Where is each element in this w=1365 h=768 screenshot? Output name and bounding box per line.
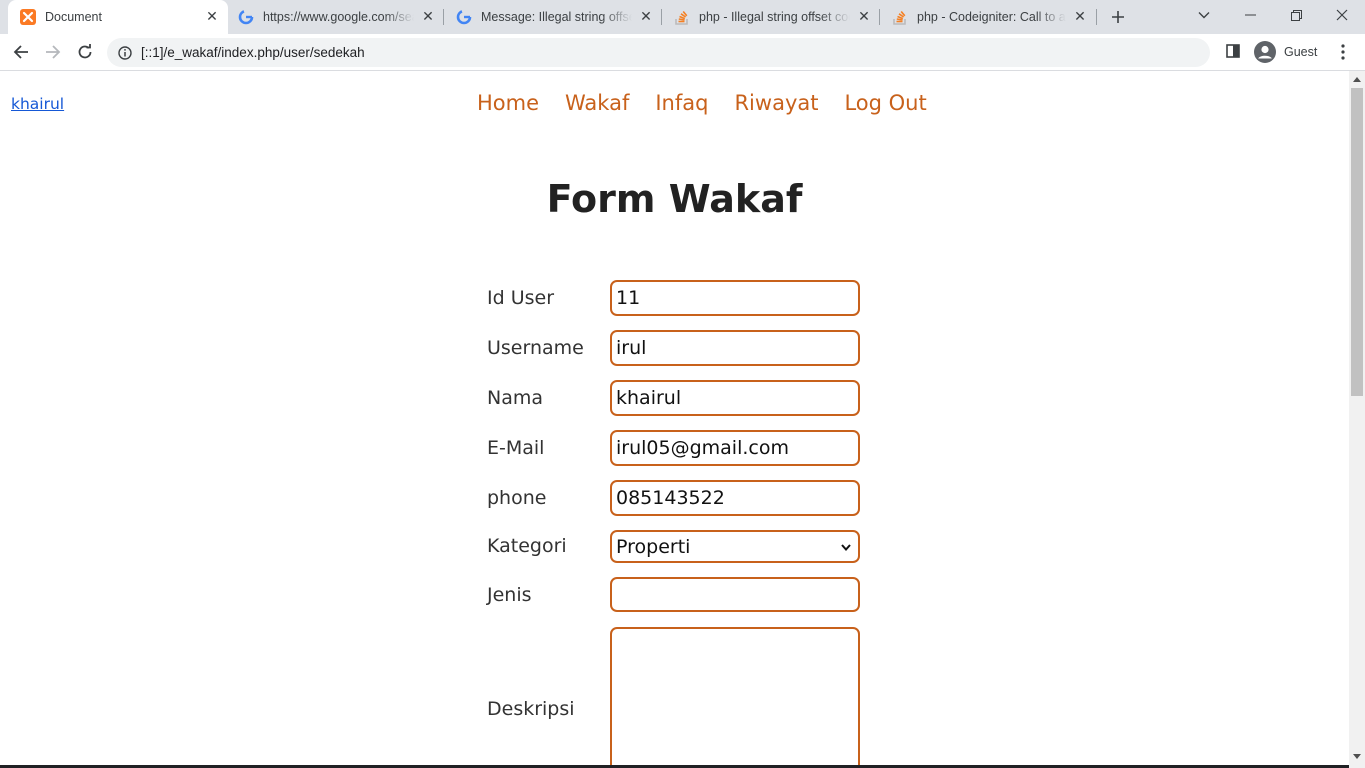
google-icon xyxy=(456,9,472,25)
side-panel-button[interactable] xyxy=(1222,40,1244,62)
page-viewport: khairul Home Wakaf Infaq Riwayat Log Out… xyxy=(0,71,1349,768)
minimize-icon xyxy=(1244,14,1256,16)
close-icon[interactable]: ✕ xyxy=(856,9,872,25)
tab-title: https://www.google.com/search xyxy=(263,10,414,24)
arrow-right-icon xyxy=(46,45,61,59)
tab-strip: Document ✕ https://www.google.com/search… xyxy=(0,0,1365,34)
tab-separator xyxy=(1096,9,1097,25)
id-user-field[interactable] xyxy=(610,280,860,316)
kategori-label: Kategori xyxy=(487,535,567,557)
tab-title: Message: Illegal string offset xyxy=(481,10,632,24)
username-field[interactable] xyxy=(610,330,860,366)
tab-php-illegal[interactable]: php - Illegal string offset code ✕ xyxy=(662,0,880,34)
profile-label: Guest xyxy=(1284,45,1318,59)
email-label: E-Mail xyxy=(487,437,545,459)
page-scrollbar[interactable] xyxy=(1349,71,1365,768)
new-tab-button[interactable] xyxy=(1106,5,1130,29)
tab-title: Document xyxy=(45,10,102,24)
jenis-label: Jenis xyxy=(487,584,532,606)
phone-field[interactable] xyxy=(610,480,860,516)
tab-document[interactable]: Document ✕ xyxy=(8,0,228,34)
side-panel-icon xyxy=(1226,44,1240,58)
jenis-field[interactable] xyxy=(610,577,860,612)
close-icon[interactable]: ✕ xyxy=(420,9,436,25)
tab-php-codeigniter[interactable]: php - Codeigniter: Call to a member ✕ xyxy=(880,0,1096,34)
scrollbar-thumb[interactable] xyxy=(1351,88,1363,396)
chevron-down-icon xyxy=(841,543,851,551)
user-profile-link[interactable]: khairul xyxy=(11,95,64,113)
restore-icon xyxy=(1290,9,1302,21)
minimize-button[interactable] xyxy=(1227,0,1273,30)
back-button[interactable] xyxy=(6,37,36,67)
username-label: Username xyxy=(487,337,584,359)
tab-message-illegal[interactable]: Message: Illegal string offset ✕ xyxy=(444,0,662,34)
browser-toolbar: [::1]/e_wakaf/index.php/user/sedekah Gue… xyxy=(0,34,1365,71)
scroll-down-icon[interactable] xyxy=(1353,753,1361,761)
nav-infaq[interactable]: Infaq xyxy=(655,91,708,115)
tab-google-search[interactable]: https://www.google.com/search ✕ xyxy=(226,0,444,34)
plus-icon xyxy=(1112,11,1124,23)
info-icon[interactable] xyxy=(117,45,133,61)
nama-field[interactable] xyxy=(610,380,860,416)
arrow-left-icon xyxy=(13,45,28,59)
reload-button[interactable] xyxy=(70,37,100,67)
main-nav: Home Wakaf Infaq Riwayat Log Out xyxy=(477,91,953,115)
close-icon[interactable]: ✕ xyxy=(638,9,654,25)
deskripsi-label: Deskripsi xyxy=(487,698,575,720)
reload-icon xyxy=(78,44,92,59)
close-icon xyxy=(1336,9,1348,21)
stackoverflow-icon xyxy=(892,9,908,25)
url-text: [::1]/e_wakaf/index.php/user/sedekah xyxy=(141,45,365,60)
deskripsi-textarea[interactable] xyxy=(610,627,860,768)
nav-riwayat[interactable]: Riwayat xyxy=(734,91,818,115)
browser-menu-button[interactable] xyxy=(1333,40,1353,64)
avatar-icon xyxy=(1254,41,1276,63)
restore-button[interactable] xyxy=(1273,0,1319,30)
address-bar[interactable]: [::1]/e_wakaf/index.php/user/sedekah xyxy=(107,38,1210,67)
profile-button[interactable]: Guest xyxy=(1250,38,1325,66)
nav-home[interactable]: Home xyxy=(477,91,539,115)
tab-title: php - Codeigniter: Call to a member xyxy=(917,10,1066,24)
nav-logout[interactable]: Log Out xyxy=(844,91,926,115)
kebab-menu-icon xyxy=(1341,44,1345,60)
forward-button[interactable] xyxy=(38,37,68,67)
nama-label: Nama xyxy=(487,387,544,409)
google-icon xyxy=(238,9,254,25)
close-icon[interactable]: ✕ xyxy=(1072,9,1088,25)
id-user-label: Id User xyxy=(487,287,555,309)
close-window-button[interactable] xyxy=(1319,0,1365,30)
chevron-down-icon xyxy=(1198,12,1210,19)
phone-label: phone xyxy=(487,487,547,509)
kategori-select[interactable]: Properti xyxy=(610,530,860,563)
close-icon[interactable]: ✕ xyxy=(204,9,220,25)
page-title: Form Wakaf xyxy=(546,177,803,221)
kategori-selected-value: Properti xyxy=(616,535,691,558)
scroll-up-icon[interactable] xyxy=(1353,75,1361,83)
tab-search-button[interactable] xyxy=(1181,0,1227,30)
email-field[interactable] xyxy=(610,430,860,466)
nav-wakaf[interactable]: Wakaf xyxy=(565,91,629,115)
xampp-icon xyxy=(20,9,36,25)
stackoverflow-icon xyxy=(674,9,690,25)
tab-title: php - Illegal string offset code xyxy=(699,10,850,24)
